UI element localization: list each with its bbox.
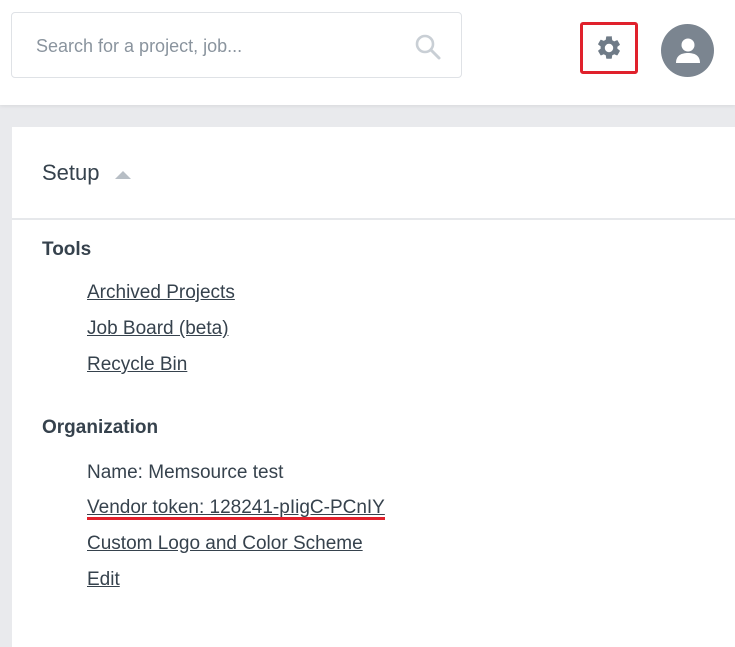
tools-heading: Tools [42, 239, 92, 260]
recycle-bin-link[interactable]: Recycle Bin [87, 354, 187, 376]
archived-projects-link[interactable]: Archived Projects [87, 282, 235, 304]
setup-panel: Setup Tools Archived Projects Job Board … [12, 127, 735, 647]
gear-icon [598, 36, 620, 59]
search-icon[interactable] [414, 33, 442, 61]
custom-logo-link[interactable]: Custom Logo and Color Scheme [87, 533, 363, 555]
job-board-link[interactable]: Job Board (beta) [87, 318, 229, 340]
highlight-underline [87, 517, 385, 520]
organization-heading: Organization [42, 417, 159, 438]
caret-up-icon[interactable] [115, 171, 131, 179]
edit-link[interactable]: Edit [87, 569, 120, 591]
vendor-token-link[interactable]: Vendor token: 128241-pIigC-PCnIY [87, 497, 385, 519]
top-bar [0, 0, 735, 105]
user-icon [675, 38, 700, 63]
avatar[interactable] [661, 24, 714, 77]
organization-name: Name: Memsource test [87, 462, 284, 483]
search-box[interactable] [11, 12, 462, 78]
setup-header[interactable]: Setup [12, 127, 735, 220]
settings-button[interactable] [580, 22, 638, 74]
search-input[interactable] [36, 31, 396, 61]
setup-title: Setup [42, 160, 100, 185]
